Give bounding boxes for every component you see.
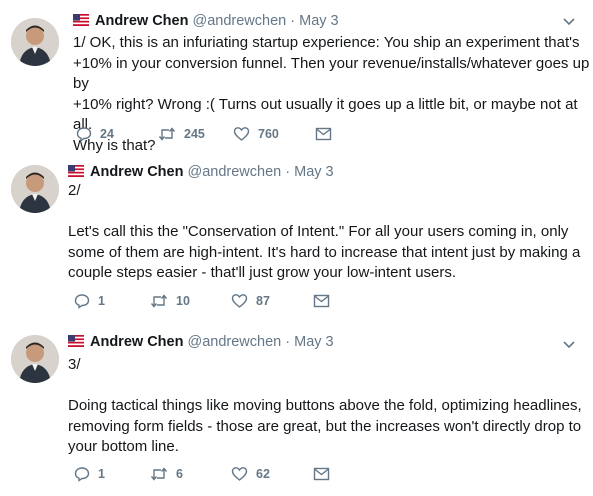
direct-message-button[interactable] (313, 465, 330, 483)
like-count: 87 (256, 294, 270, 308)
reply-icon (76, 127, 92, 142)
like-button[interactable]: 62 (231, 465, 270, 483)
tweet-header: Andrew Chen @andrewchen · May 3 (73, 12, 339, 30)
like-icon (231, 467, 248, 481)
author-handle[interactable]: @andrewchen (192, 13, 286, 29)
tweet-text: 1/ OK, this is an infuriating startup ex… (73, 34, 590, 154)
like-count: 760 (258, 127, 279, 141)
tweet-header: Andrew Chen @andrewchen · May 3 (68, 163, 334, 181)
reply-button[interactable]: 1 (74, 292, 105, 310)
direct-message-button[interactable] (315, 125, 332, 143)
tweet-date[interactable]: May 3 (294, 334, 334, 350)
reply-icon (74, 294, 90, 309)
tweet-text: 2/ Let's call this the "Conservation of … (68, 182, 581, 281)
reply-button[interactable]: 1 (74, 465, 105, 483)
retweet-button[interactable]: 10 (150, 292, 190, 310)
direct-message-button[interactable] (313, 292, 330, 310)
avatar[interactable] (11, 18, 59, 66)
retweet-button[interactable]: 6 (150, 465, 183, 483)
tweet-header: Andrew Chen @andrewchen · May 3 (68, 333, 334, 351)
tweet-date[interactable]: May 3 (299, 13, 339, 29)
direct-message-icon (313, 467, 330, 481)
avatar[interactable] (11, 165, 59, 213)
reply-count: 24 (100, 127, 114, 141)
author-name[interactable]: Andrew Chen (90, 164, 183, 180)
reply-count: 1 (98, 467, 105, 481)
like-icon (231, 294, 248, 308)
author-name[interactable]: Andrew Chen (95, 13, 188, 29)
reply-count: 1 (98, 294, 105, 308)
like-button[interactable]: 87 (231, 292, 270, 310)
retweet-icon (150, 467, 168, 481)
retweet-icon (158, 127, 176, 141)
chevron-down-icon[interactable] (563, 17, 575, 27)
tweet-date[interactable]: May 3 (294, 164, 334, 180)
separator: · (285, 164, 291, 180)
retweet-count: 6 (176, 467, 183, 481)
author-name[interactable]: Andrew Chen (90, 334, 183, 350)
tweet[interactable]: Andrew Chen @andrewchen · May 3 3/ Doing… (0, 320, 593, 496)
retweet-button[interactable]: 245 (158, 125, 205, 143)
direct-message-icon (313, 294, 330, 308)
retweet-count: 245 (184, 127, 205, 141)
avatar[interactable] (11, 335, 59, 383)
tweet-text: 3/ Doing tactical things like moving but… (68, 356, 582, 455)
us-flag-icon (68, 335, 84, 347)
us-flag-icon (68, 165, 84, 177)
separator: · (290, 13, 296, 29)
chevron-down-icon[interactable] (563, 340, 575, 350)
retweet-count: 10 (176, 294, 190, 308)
us-flag-icon (73, 14, 89, 26)
tweet[interactable]: Andrew Chen @andrewchen · May 3 2/ Let's… (0, 155, 593, 320)
like-button[interactable]: 760 (233, 125, 279, 143)
reply-button[interactable]: 24 (76, 125, 114, 143)
reply-icon (74, 467, 90, 482)
author-handle[interactable]: @andrewchen (187, 164, 281, 180)
retweet-icon (150, 294, 168, 308)
like-icon (233, 127, 250, 141)
separator: · (285, 334, 291, 350)
like-count: 62 (256, 467, 270, 481)
direct-message-icon (315, 127, 332, 141)
author-handle[interactable]: @andrewchen (187, 334, 281, 350)
tweet[interactable]: Andrew Chen @andrewchen · May 3 1/ OK, t… (0, 0, 593, 155)
